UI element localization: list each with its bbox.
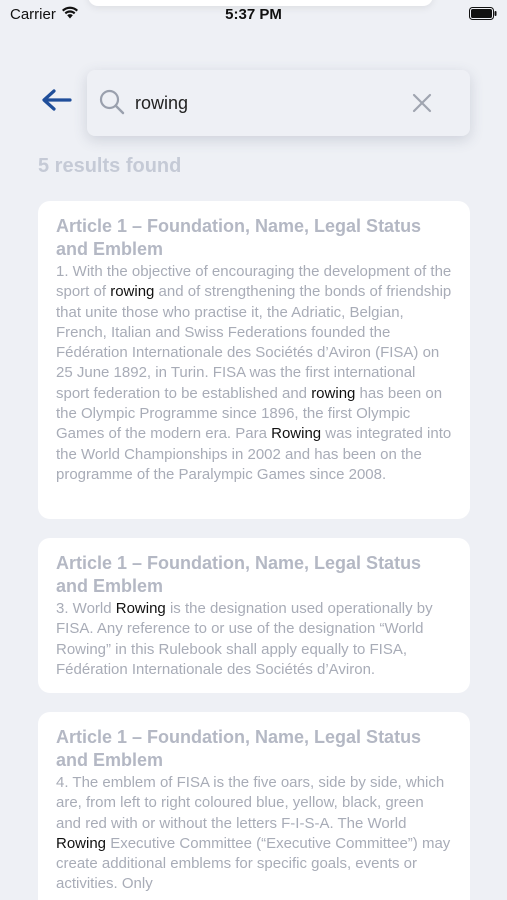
search-highlight: Rowing [115,600,166,617]
search-highlight: Rowing [56,834,107,852]
result-card[interactable]: Article 1 – Foundation, Name, Legal Stat… [38,712,470,900]
arrow-left-icon [40,88,72,117]
search-highlight: rowing [110,283,155,301]
battery-icon [469,7,497,24]
result-title: Article 1 – Foundation, Name, Legal Stat… [56,727,422,770]
search-highlight: Rowing [271,425,322,443]
previous-sheet-edge [88,0,433,6]
result-title: Article 1 – Foundation, Name, Legal Stat… [56,553,422,596]
close-icon[interactable] [412,93,432,118]
search-highlight: rowing [311,384,356,402]
back-button[interactable] [36,86,76,118]
result-card[interactable]: Article 1 – Foundation, Name, Legal Stat… [38,201,470,519]
result-excerpt: 4. The emblem of FISA is the five oars, … [56,773,452,895]
excerpt-text: Executive Committee (“Executive Committe… [56,834,451,893]
status-time: 5:37 PM [225,6,282,23]
result-excerpt: 1. With the objective of encouraging the… [56,262,452,485]
result-excerpt: 3. World Rowing is the designation used … [56,599,452,680]
search-box[interactable] [87,70,470,136]
excerpt-text: 4. The emblem of FISA is the five oars, … [56,774,445,832]
result-title: Article 1 – Foundation, Name, Legal Stat… [56,216,422,259]
search-input[interactable] [135,88,435,118]
results-count: 5 results found [38,155,182,177]
magnifier-icon [99,89,125,120]
result-card[interactable]: Article 1 – Foundation, Name, Legal Stat… [38,538,470,693]
excerpt-text: 3. World [56,600,116,617]
